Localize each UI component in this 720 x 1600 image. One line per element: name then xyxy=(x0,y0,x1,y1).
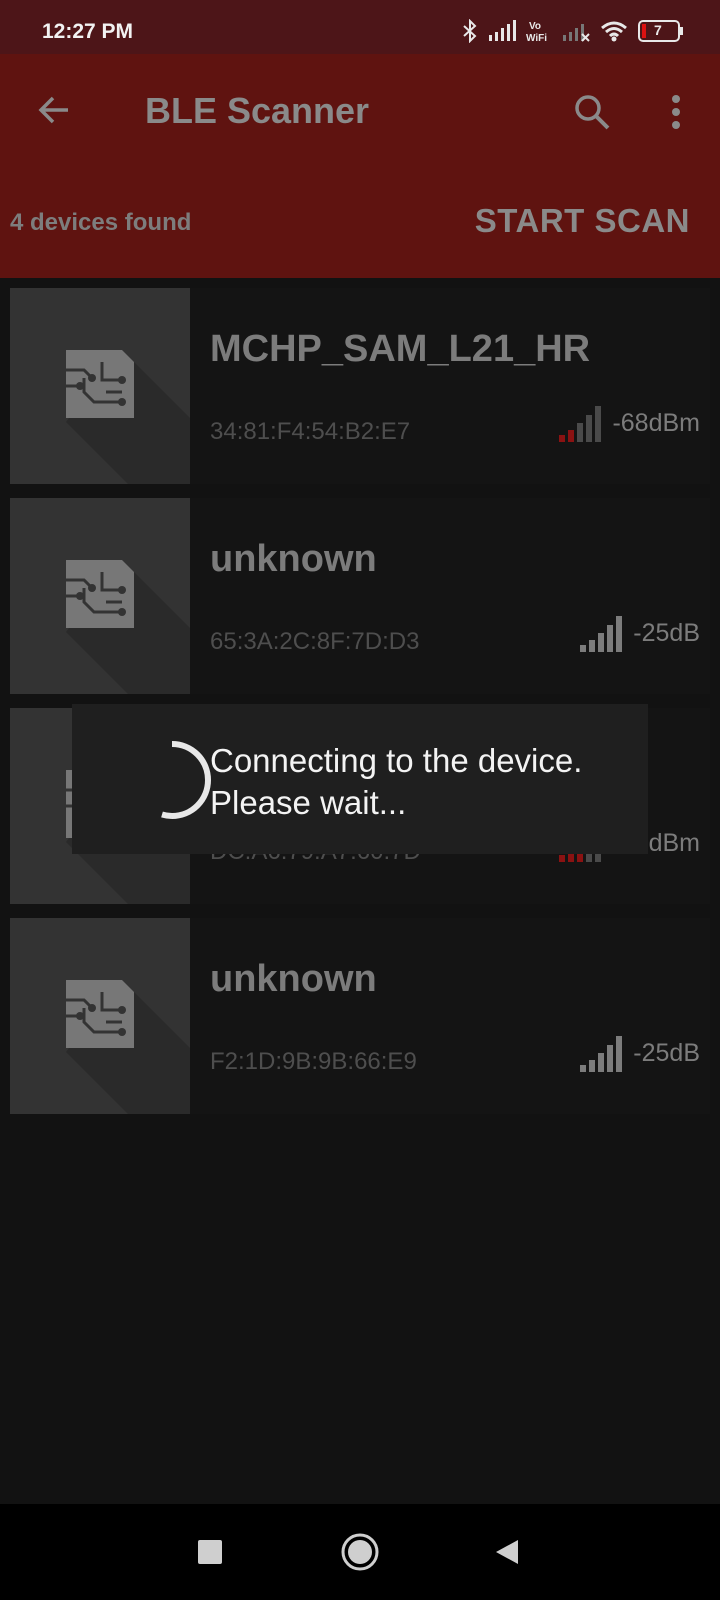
device-mac-address: 65:3A:2C:8F:7D:D3 xyxy=(210,628,420,655)
chip-icon xyxy=(66,980,190,1114)
device-name: unknown xyxy=(210,538,377,580)
signal-bars-icon xyxy=(580,1036,623,1072)
battery-level: 7 xyxy=(654,22,662,38)
navigation-bar xyxy=(0,1504,720,1600)
signal-bars-icon xyxy=(559,406,602,442)
signal-strength: -25dB xyxy=(579,1032,700,1072)
device-mac-address: 34:81:F4:54:B2:E7 xyxy=(210,418,411,445)
scan-bar: 4 devices found START SCAN xyxy=(0,164,720,278)
device-chip-tile xyxy=(10,918,190,1114)
vowifi-icon: Vo WiFi xyxy=(526,19,552,43)
status-icons: Vo WiFi 7 xyxy=(462,18,684,44)
app-title: BLE Scanner xyxy=(145,90,370,131)
back-button[interactable] xyxy=(26,82,82,138)
search-icon xyxy=(575,95,610,130)
dialog-message-line1: Connecting to the device. xyxy=(210,742,583,779)
device-rssi: -68dBm xyxy=(612,409,700,437)
start-scan-button[interactable]: START SCAN xyxy=(475,202,690,240)
app-bar: BLE Scanner xyxy=(0,54,720,164)
back-nav-button[interactable] xyxy=(478,1524,534,1580)
search-button[interactable] xyxy=(564,84,620,140)
device-card[interactable]: unknown F2:1D:9B:9B:66:E9 -25dB xyxy=(10,918,710,1114)
home-button[interactable] xyxy=(332,1524,388,1580)
signal-strength: -25dB xyxy=(579,612,700,652)
chip-icon xyxy=(66,560,190,694)
device-rssi: -25dB xyxy=(633,619,700,647)
battery-icon: 7 xyxy=(638,20,684,42)
svg-text:WiFi: WiFi xyxy=(526,33,547,43)
bluetooth-icon xyxy=(462,19,478,43)
cell-signal-2-icon xyxy=(562,20,590,42)
cell-signal-icon xyxy=(488,20,516,42)
loading-spinner-icon xyxy=(161,741,211,819)
signal-strength: -68dBm xyxy=(558,402,700,442)
device-card[interactable]: MCHP_SAM_L21_HR 34:81:F4:54:B2:E7 -68dBm xyxy=(10,288,710,484)
home-circle-icon xyxy=(341,1533,379,1571)
device-rssi: -25dB xyxy=(633,1039,700,1067)
more-vert-icon xyxy=(672,95,680,129)
svg-text:Vo: Vo xyxy=(529,21,541,32)
device-name: unknown xyxy=(210,958,377,1000)
device-name: MCHP_SAM_L21_HR xyxy=(210,328,591,370)
devices-found-count: 4 devices found xyxy=(10,209,192,236)
device-chip-tile xyxy=(10,498,190,694)
progress-dialog: Connecting to the device. Please wait... xyxy=(72,704,648,854)
back-triangle-icon xyxy=(496,1540,518,1564)
signal-bars-icon xyxy=(580,616,623,652)
device-mac-address: F2:1D:9B:9B:66:E9 xyxy=(210,1048,417,1075)
dialog-message: Connecting to the device. Please wait... xyxy=(210,740,582,824)
recents-square-icon xyxy=(198,1540,222,1564)
status-time: 12:27 PM xyxy=(42,20,134,43)
more-options-button[interactable] xyxy=(648,84,704,140)
dialog-message-line2: Please wait... xyxy=(210,784,407,821)
recents-button[interactable] xyxy=(182,1524,238,1580)
device-card[interactable]: unknown 65:3A:2C:8F:7D:D3 -25dB xyxy=(10,498,710,694)
wifi-icon xyxy=(600,20,628,42)
chip-icon xyxy=(66,350,190,484)
device-chip-tile xyxy=(10,288,190,484)
status-bar: 12:27 PM Vo WiFi 7 xyxy=(0,0,720,54)
arrow-back-icon xyxy=(38,96,68,124)
